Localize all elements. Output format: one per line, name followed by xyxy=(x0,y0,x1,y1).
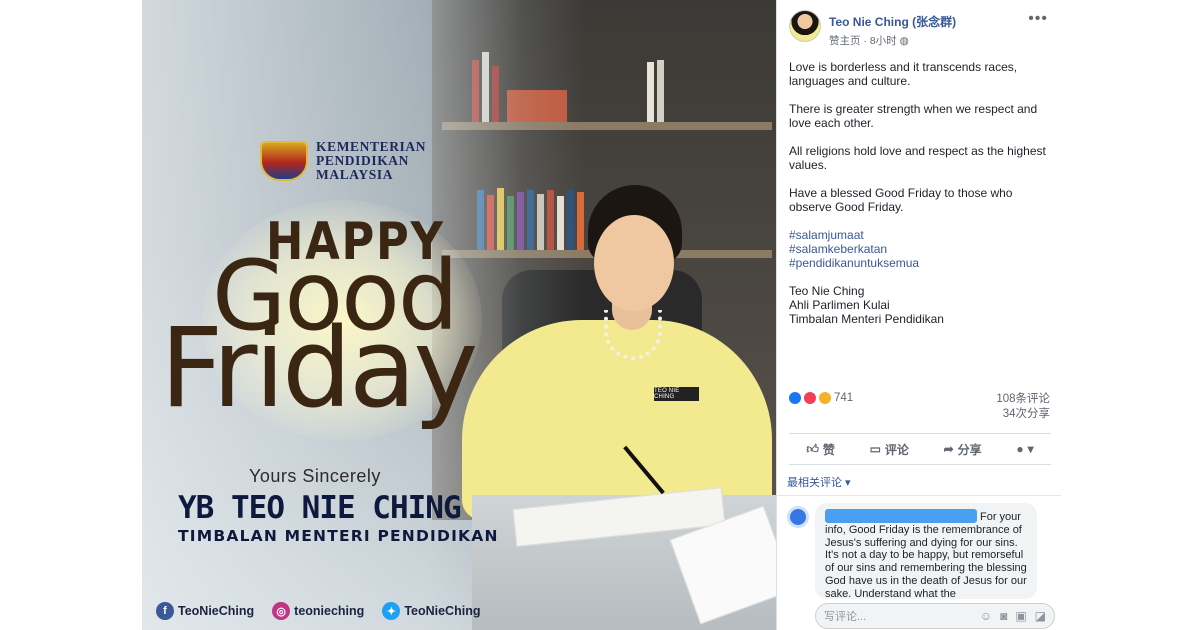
comment-placeholder: 写评论... xyxy=(824,611,867,623)
coat-of-arms-icon xyxy=(260,141,308,181)
comment-tools: ☺ ◙ ▣ ◪ xyxy=(980,609,1046,623)
comment-text: For your info, Good Friday is the rememb… xyxy=(825,511,1027,599)
divider xyxy=(777,495,1061,496)
hashtag-link[interactable]: #pendidikanuntuksemua xyxy=(789,256,1051,270)
ministry-name: KEMENTERIAN PENDIDIKAN MALAYSIA xyxy=(316,139,427,182)
social-handles: f TeoNieChing ◎ teonieching ✦ TeoNieChin… xyxy=(156,602,480,620)
comment-count[interactable]: 108条评论 xyxy=(996,392,1050,407)
sticker-icon[interactable]: ◪ xyxy=(1035,609,1046,623)
chevron-down-icon: ▾ xyxy=(1027,442,1034,456)
name-tag: TEO NIE CHING xyxy=(654,387,699,401)
post-paragraph: Have a blessed Good Friday to those who … xyxy=(789,186,1013,214)
signature: Teo Nie Ching Ahli Parlimen Kulai Timbal… xyxy=(789,284,944,326)
hashtags: #salamjumaat #salamkeberkatan #pendidika… xyxy=(789,228,1051,270)
hashtag-link[interactable]: #salamkeberkatan xyxy=(789,242,1051,256)
engagement-counts: 108条评论 34次分享 xyxy=(996,392,1050,422)
gif-icon[interactable]: ▣ xyxy=(1015,609,1026,623)
post-paragraph: Love is borderless and it transcends rac… xyxy=(789,60,1018,88)
more-options-icon[interactable]: ••• xyxy=(1028,10,1048,28)
thumbs-up-icon: 👍︎ xyxy=(806,441,819,456)
hashtag-link[interactable]: #salamjumaat xyxy=(789,228,1051,242)
love-reaction-icon xyxy=(804,392,816,404)
social-twitter: ✦ TeoNieChing xyxy=(382,602,480,620)
post-time[interactable]: 8小时 xyxy=(870,35,897,47)
reaction-count: 741 xyxy=(834,392,854,404)
facebook-icon: f xyxy=(156,602,174,620)
greeting-friday: Friday xyxy=(160,304,478,432)
signatory-title: TIMBALAN MENTERI PENDIDIKAN xyxy=(178,527,499,545)
signatory-name: YB TEO NIE CHING xyxy=(178,490,462,526)
post-paragraph: All religions hold love and respect as t… xyxy=(789,144,1046,172)
person-face xyxy=(594,215,674,311)
globe-icon: ◍ xyxy=(899,35,909,47)
like-button[interactable]: 👍︎ 赞 xyxy=(806,441,835,458)
share-button[interactable]: ➦ 分享 xyxy=(944,441,982,458)
yours-sincerely: Yours Sincerely xyxy=(249,466,381,486)
ministry-logo: KEMENTERIAN PENDIDIKAN MALAYSIA xyxy=(260,140,426,182)
post-meta: 赞主页 · 8小时 ◍ xyxy=(829,35,909,47)
action-bar: 👍︎ 赞 ▭ 评论 ➦ 分享 ● ▾ xyxy=(789,433,1051,465)
globe-icon: ● xyxy=(1016,442,1024,456)
post-text: Love is borderless and it transcends rac… xyxy=(789,60,1051,340)
author-name[interactable]: Teo Nie Ching (张念群) xyxy=(829,13,956,30)
post-paragraph: There is greater strength when we respec… xyxy=(789,102,1038,130)
comment-sort-dropdown[interactable]: 最相关评论 ▾ xyxy=(787,474,851,490)
audience-selector[interactable]: ● ▾ xyxy=(1016,442,1033,456)
post-sidebar: Teo Nie Ching (张念群) 赞主页 · 8小时 ◍ ••• Love… xyxy=(776,0,1061,630)
share-count[interactable]: 34次分享 xyxy=(996,407,1050,422)
post-header: Teo Nie Ching (张念群) 赞主页 · 8小时 ◍ xyxy=(789,10,956,48)
twitter-icon: ✦ xyxy=(382,602,401,620)
share-icon: ➦ xyxy=(943,442,954,456)
post-image[interactable]: TEO NIE CHING KEMENTERIAN PENDIDIKAN MAL… xyxy=(142,0,776,630)
camera-icon[interactable]: ◙ xyxy=(1000,609,1007,623)
comment-bubble: For your info, Good Friday is the rememb… xyxy=(815,503,1037,599)
like-reaction-icon xyxy=(789,392,801,404)
social-facebook: f TeoNieChing xyxy=(156,602,254,620)
avatar[interactable] xyxy=(789,10,821,42)
comment-icon: ▭ xyxy=(869,442,881,456)
social-instagram: ◎ teonieching xyxy=(272,602,364,620)
redacted-name xyxy=(825,509,977,523)
commenter-avatar[interactable] xyxy=(787,506,809,528)
sponsor-link[interactable]: 赞主页 xyxy=(829,35,861,47)
emoji-icon[interactable]: ☺ xyxy=(980,609,992,623)
reactions-summary[interactable]: 741 xyxy=(789,392,853,404)
comment-button[interactable]: ▭ 评论 xyxy=(870,441,909,458)
haha-reaction-icon xyxy=(819,392,831,404)
comment-input[interactable]: 写评论... ☺ ◙ ▣ ◪ xyxy=(815,603,1055,629)
instagram-icon: ◎ xyxy=(272,602,291,620)
